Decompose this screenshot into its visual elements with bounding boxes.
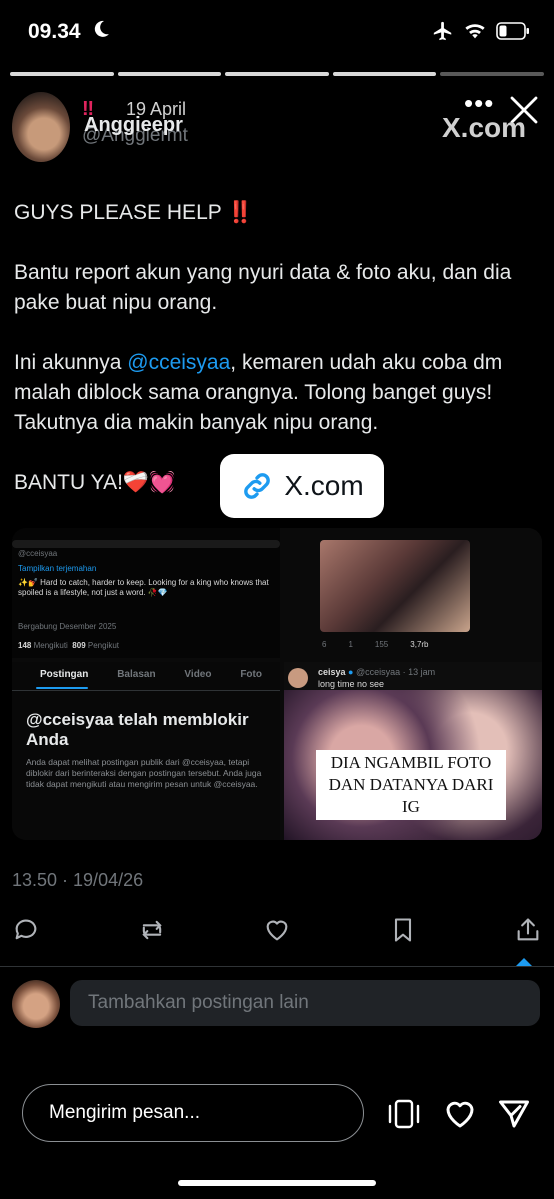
progress-segment [10,72,114,76]
x-link-label: X.com [284,470,364,501]
bookmark-icon[interactable] [389,916,417,944]
post-stats: 6 1 155 3,7rb [322,640,532,649]
send-icon[interactable] [496,1096,532,1137]
author-avatar[interactable] [12,92,70,162]
post-views: 3,7rb [410,640,429,649]
reply-icon[interactable] [12,916,40,944]
quoted-avatar [288,668,308,688]
shot-following-count: 148 [18,641,32,650]
tweet-line1: GUYS PLEASE HELP [14,201,222,224]
shot-tab-foto: Foto [240,669,262,680]
progress-segment [117,72,222,76]
tweet-para3-before: Ini akunnya [14,351,128,374]
shot-handle: @cceisyaa [18,549,58,558]
alert-emoji: ‼️ [227,201,254,224]
divider [0,966,554,967]
post-replies: 6 [322,640,327,649]
progress-segment [225,72,329,76]
shot-tab-postingan: Postingan [40,669,89,680]
like-icon[interactable] [263,916,291,944]
blocked-title: @cceisyaa telah memblokir Anda [26,710,249,749]
repost-icon[interactable] [138,916,166,944]
source-label: X.com [442,112,527,143]
quoted-name: ceisya [318,667,346,677]
media-blocked-screenshot[interactable]: Postingan Balasan Video Foto @cceisyaa tela… [12,662,280,840]
status-icons [432,20,530,42]
quoted-caption: DIA NGAMBIL FOTO DAN DATANYA DARI IG [316,750,506,820]
x-link-pill[interactable]: X.com [220,454,384,518]
author-name-overlay: Anggieepr [84,114,183,136]
share-icon[interactable] [514,916,542,944]
post-reposts: 1 [348,640,353,649]
mention-link[interactable]: @cceisyaa [127,351,230,374]
shot-bio: ✨💅 Hard to catch, harder to keep. Lookin… [18,578,269,597]
shot-translate: Tampilkan terjemahan [18,564,97,573]
airplane-icon [433,21,452,41]
progress-segment [332,72,437,76]
heart-emoji: ❤️‍🩹💓 [122,471,176,494]
reply-input[interactable]: Tambahkan postingan lain [70,980,540,1026]
shot-followers-count: 809 [72,641,86,650]
message-input[interactable]: Mengirim pesan... [22,1084,364,1142]
shot-tab-balasan: Balasan [117,669,156,680]
media-quoted-post[interactable]: ceisya ● @cceisyaa · 13 jam long time no… [284,662,542,840]
tweet-timestamp: 13.50 · 19/04/26 [12,870,144,890]
home-indicator [178,1180,376,1186]
action-bar [12,912,542,948]
battery-icon [496,22,529,40]
shot-joined: Bergabung Desember 2025 [18,622,117,631]
shot-tab-video: Video [184,669,212,680]
tweet-line4: BANTU YA! [14,471,123,494]
post-photo [320,540,470,632]
share-caret [516,958,532,966]
phone-icon[interactable] [386,1096,422,1137]
tweet-para2: Bantu report akun yang nyuri data & foto… [14,261,512,314]
shot-following-label: Mengikuti [33,641,68,650]
media-photo-post[interactable]: 6 1 155 3,7rb [284,528,542,658]
story-progress [10,72,544,76]
media-profile-screenshot[interactable]: @cceisyaa Tampilkan terjemahan ✨💅 Hard t… [12,528,280,658]
status-bar: 09.34 [0,0,554,64]
quoted-handle: @cceisyaa · 13 jam [356,667,436,677]
status-time: 09.34 [28,20,81,43]
blocked-desc: Anda dapat melihat postingan publik dari… [26,757,262,789]
moon-icon [94,20,110,44]
reply-avatar [12,980,60,1028]
post-likes: 155 [374,640,389,649]
active-tab-indicator [36,687,88,689]
link-icon [244,473,271,499]
quoted-text: long time no see [318,679,385,689]
wifi-icon [465,24,485,39]
shot-followers-label: Pengikut [87,641,120,650]
media-grid[interactable]: @cceisyaa Tampilkan terjemahan ✨💅 Hard t… [12,528,542,840]
heart-icon[interactable] [442,1096,478,1137]
progress-segment [440,72,544,76]
